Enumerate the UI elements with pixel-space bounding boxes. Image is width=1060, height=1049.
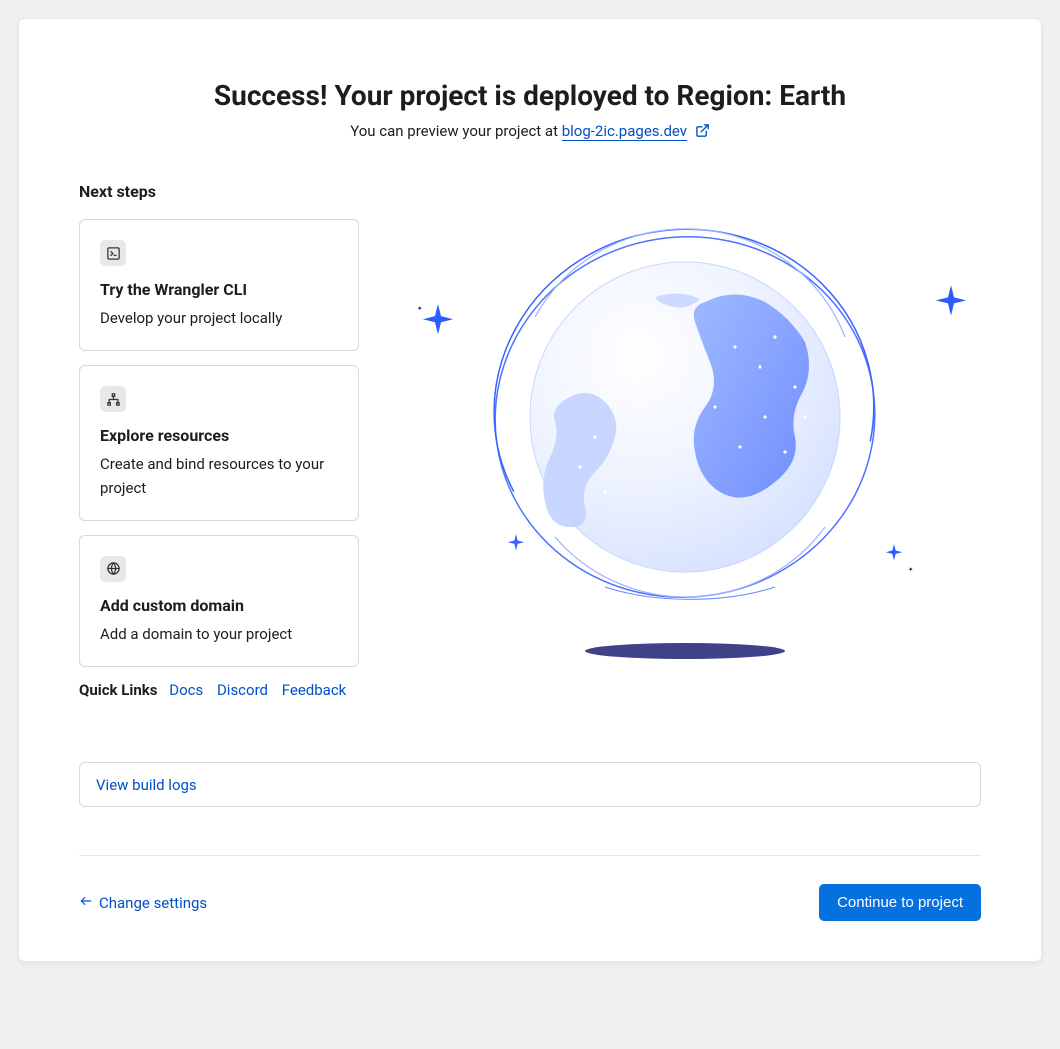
build-logs-panel[interactable]: View build logs: [79, 762, 981, 807]
earth-globe-graphic: [405, 207, 965, 677]
card-custom-domain[interactable]: Add custom domain Add a domain to your p…: [79, 535, 359, 667]
sparkle-icon: [420, 301, 456, 343]
quick-links-label: Quick Links: [79, 681, 157, 699]
card-desc: Create and bind resources to your projec…: [100, 453, 338, 500]
sparkle-icon: ✦: [908, 566, 913, 574]
page-title: Success! Your project is deployed to Reg…: [79, 79, 981, 112]
terminal-icon: [100, 240, 126, 266]
card-explore-resources[interactable]: Explore resources Create and bind resour…: [79, 365, 359, 521]
card-desc: Add a domain to your project: [100, 623, 338, 646]
preview-subtitle: You can preview your project at blog-2ic…: [79, 122, 981, 142]
continue-to-project-button[interactable]: Continue to project: [819, 884, 981, 921]
external-link-icon: [695, 123, 710, 142]
quick-link-docs[interactable]: Docs: [169, 681, 203, 699]
hero: Success! Your project is deployed to Reg…: [79, 79, 981, 142]
quick-link-feedback[interactable]: Feedback: [282, 681, 347, 699]
card-desc: Develop your project locally: [100, 307, 338, 330]
globe-shadow: [585, 643, 785, 659]
change-settings-link[interactable]: Change settings: [79, 894, 207, 912]
preview-url-link[interactable]: blog-2ic.pages.dev: [562, 122, 687, 141]
next-steps-heading: Next steps: [79, 182, 359, 201]
sitemap-icon: [100, 386, 126, 412]
card-wrangler-cli[interactable]: Try the Wrangler CLI Develop your projec…: [79, 219, 359, 351]
sparkle-icon: [884, 542, 904, 565]
card-title: Try the Wrangler CLI: [100, 280, 338, 299]
card-title: Add custom domain: [100, 596, 338, 615]
globe-illustration: ✦ ✦: [389, 182, 981, 702]
card-title: Explore resources: [100, 426, 338, 445]
view-build-logs-link[interactable]: View build logs: [96, 776, 197, 794]
arrow-left-icon: [79, 894, 93, 912]
quick-link-discord[interactable]: Discord: [217, 681, 268, 699]
next-steps-column: Next steps Try the Wrangler CLI Develop …: [79, 182, 359, 702]
deploy-success-page: Success! Your project is deployed to Reg…: [18, 18, 1042, 962]
globe-icon: [100, 556, 126, 582]
divider: [79, 855, 981, 856]
change-settings-label: Change settings: [99, 894, 207, 912]
footer-actions: Change settings Continue to project: [79, 884, 981, 921]
sparkle-icon: [506, 532, 526, 555]
preview-subtitle-prefix: You can preview your project at: [350, 122, 562, 140]
quick-links: Quick Links Docs Discord Feedback: [79, 681, 359, 699]
sparkle-icon: [933, 282, 969, 324]
